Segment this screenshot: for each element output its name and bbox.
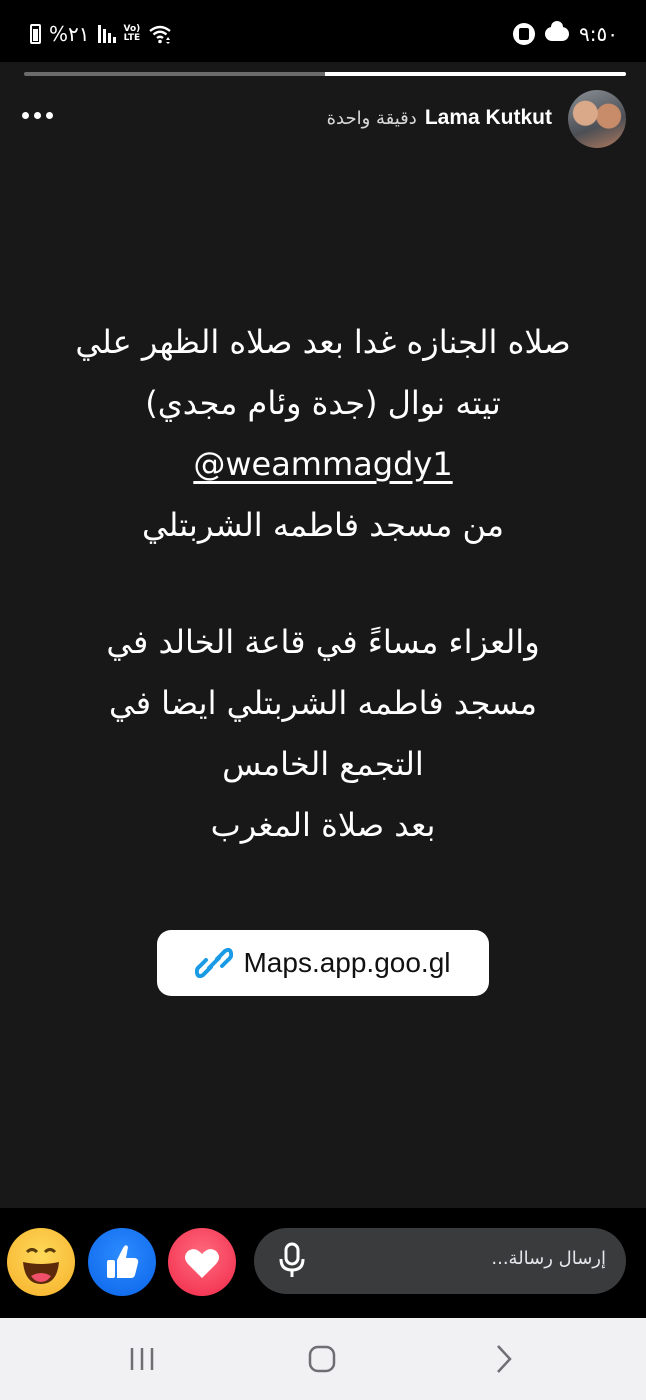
message-placeholder: إرسال رسالة... xyxy=(491,1248,606,1269)
signal-icon xyxy=(97,25,116,43)
link-sticker[interactable]: Maps.app.goo.gl xyxy=(157,930,489,996)
story-text-line: تيته نوال (جدة وئام مجدي) xyxy=(145,384,501,422)
volte-lte-icon: Vo) LTE xyxy=(123,24,141,43)
status-right: ٩:٥٠ xyxy=(513,21,618,46)
battery-percent: %٢١ xyxy=(49,22,90,46)
haha-reaction-button[interactable] xyxy=(7,1228,75,1296)
microphone-icon[interactable] xyxy=(274,1242,310,1280)
notification-app-icon xyxy=(513,23,536,45)
back-chevron-icon[interactable] xyxy=(484,1342,524,1376)
message-input[interactable]: إرسال رسالة... xyxy=(254,1228,626,1294)
clock: ٩:٥٠ xyxy=(579,22,618,46)
heart-icon xyxy=(185,1249,219,1278)
story-text: صلاه الجنازه غدا بعد صلاه الظهر علي تيته… xyxy=(0,312,646,856)
like-reaction-button[interactable] xyxy=(88,1228,156,1296)
wifi-icon xyxy=(149,25,172,44)
love-reaction-button[interactable] xyxy=(168,1228,236,1296)
thumbs-up-icon xyxy=(107,1245,139,1278)
author-name[interactable]: Lama Kutkut xyxy=(425,106,552,130)
mention-link[interactable]: @weammagdy1 xyxy=(193,434,452,495)
system-nav-bar xyxy=(0,1318,646,1400)
recent-apps-icon[interactable] xyxy=(122,1342,162,1376)
story-text-line: مسجد فاطمه الشربتلي ايضا في xyxy=(109,684,537,722)
home-icon[interactable] xyxy=(302,1342,342,1376)
avatar[interactable] xyxy=(568,90,626,148)
link-sticker-label: Maps.app.goo.gl xyxy=(243,947,451,978)
more-dots-icon[interactable] xyxy=(22,112,53,119)
story-header: Lama Kutkut دقيقة واحدة xyxy=(0,90,646,152)
story-text-line: صلاه الجنازه غدا بعد صلاه الظهر علي xyxy=(75,323,571,361)
cloud-icon xyxy=(545,21,570,41)
story-text-line: بعد صلاة المغرب xyxy=(210,806,436,844)
battery-icon xyxy=(30,24,41,44)
story-text-line: والعزاء مساءً في قاعة الخالد في xyxy=(106,623,540,661)
reply-bar: إرسال رسالة... xyxy=(0,1208,646,1318)
story-viewer[interactable]: Lama Kutkut دقيقة واحدة صلاه الجنازه غدا… xyxy=(0,62,646,1208)
story-progress-bar xyxy=(24,72,626,76)
story-progress-fill xyxy=(325,72,626,76)
status-left: %٢١ Vo) LTE xyxy=(30,22,172,46)
story-text-line: من مسجد فاطمه الشربتلي xyxy=(142,506,504,544)
story-author-line: Lama Kutkut دقيقة واحدة xyxy=(327,106,552,130)
link-icon xyxy=(195,948,234,978)
story-time-ago: دقيقة واحدة xyxy=(326,108,417,129)
haha-icon xyxy=(23,1248,59,1284)
story-text-line: التجمع الخامس xyxy=(222,745,424,783)
status-bar: %٢١ Vo) LTE ٩:٥٠ xyxy=(0,0,646,62)
